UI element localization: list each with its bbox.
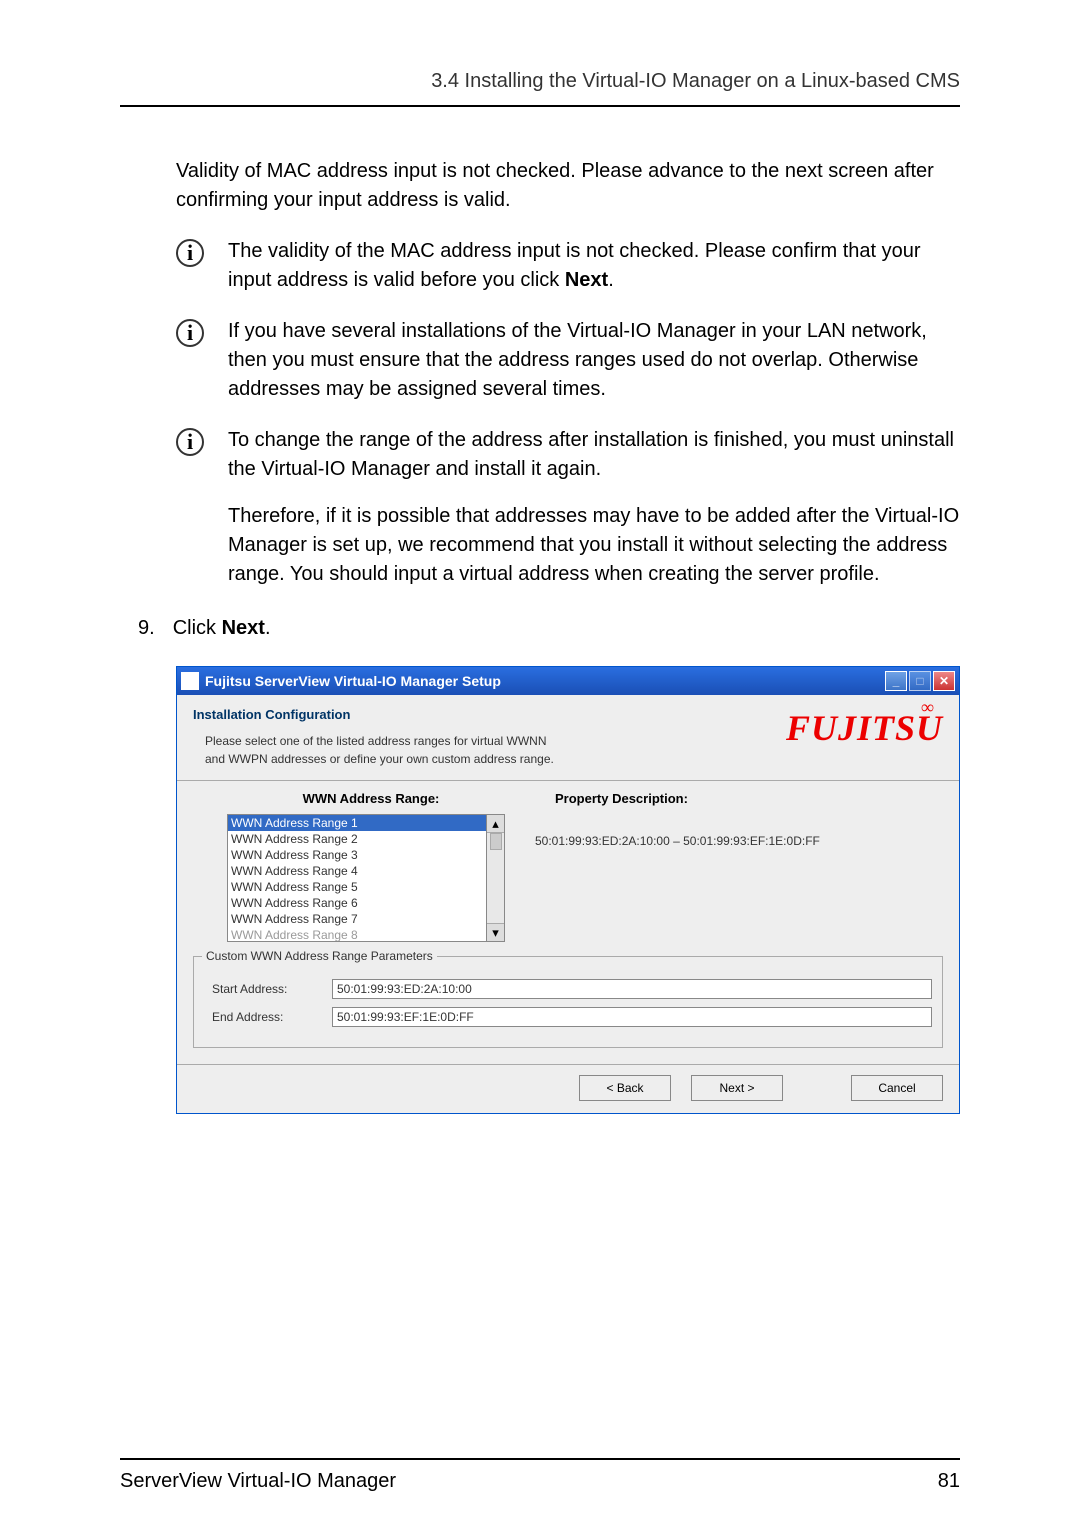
page-footer: ServerView Virtual-IO Manager 81 bbox=[120, 1458, 960, 1493]
step-text: Click Next. bbox=[173, 617, 271, 640]
scroll-up-icon[interactable]: ▴ bbox=[487, 815, 504, 833]
property-description-value: 50:01:99:93:ED:2A:10:00 – 50:01:99:93:EF… bbox=[535, 814, 943, 848]
maximize-button: □ bbox=[909, 671, 931, 691]
config-desc-line2: and WWPN addresses or define your own cu… bbox=[205, 750, 786, 768]
fieldset-legend: Custom WWN Address Range Parameters bbox=[202, 949, 437, 963]
info-icon: i bbox=[176, 428, 204, 456]
note-text-3: To change the range of the address after… bbox=[228, 426, 960, 589]
list-item[interactable]: WWN Address Range 3 bbox=[228, 847, 486, 863]
list-item[interactable]: WWN Address Range 6 bbox=[228, 895, 486, 911]
title-bar[interactable]: Fujitsu ServerView Virtual-IO Manager Se… bbox=[177, 667, 959, 695]
minimize-button[interactable]: _ bbox=[885, 671, 907, 691]
end-address-input[interactable] bbox=[332, 1007, 932, 1027]
note3a: To change the range of the address after… bbox=[228, 426, 960, 484]
note-text-2: If you have several installations of the… bbox=[228, 317, 960, 404]
note-block-2: i If you have several installations of t… bbox=[176, 317, 960, 404]
note3b: Therefore, if it is possible that addres… bbox=[228, 502, 960, 589]
next-button[interactable]: Next > bbox=[691, 1075, 783, 1101]
scroll-down-icon[interactable]: ▾ bbox=[487, 923, 504, 941]
wwn-range-header: WWN Address Range: bbox=[227, 791, 515, 806]
list-item[interactable]: WWN Address Range 8 bbox=[228, 927, 486, 942]
footer-left: ServerView Virtual-IO Manager bbox=[120, 1470, 396, 1493]
info-icon: i bbox=[176, 239, 204, 267]
start-address-input[interactable] bbox=[332, 979, 932, 999]
note-block-1: i The validity of the MAC address input … bbox=[176, 237, 960, 295]
logo-text: FUJITSU bbox=[786, 708, 943, 748]
fujitsu-logo: ∞ FUJITSU bbox=[786, 707, 943, 749]
config-desc-line1: Please select one of the listed address … bbox=[205, 732, 786, 750]
scroll-thumb[interactable] bbox=[490, 833, 502, 850]
step9-tail: . bbox=[265, 617, 271, 639]
info-icon: i bbox=[176, 319, 204, 347]
end-address-label: End Address: bbox=[212, 1010, 332, 1024]
java-icon bbox=[181, 672, 199, 690]
close-button[interactable]: ✕ bbox=[933, 671, 955, 691]
back-button[interactable]: < Back bbox=[579, 1075, 671, 1101]
config-desc: Please select one of the listed address … bbox=[193, 732, 786, 768]
list-item[interactable]: WWN Address Range 2 bbox=[228, 831, 486, 847]
start-address-label: Start Address: bbox=[212, 982, 332, 996]
setup-dialog: Fujitsu ServerView Virtual-IO Manager Se… bbox=[176, 666, 960, 1114]
step-number: 9. bbox=[138, 617, 155, 640]
intro-paragraph: Validity of MAC address input is not che… bbox=[176, 157, 960, 215]
note1-tail: . bbox=[608, 269, 614, 291]
list-item[interactable]: WWN Address Range 4 bbox=[228, 863, 486, 879]
dialog-body: Installation Configuration Please select… bbox=[177, 695, 959, 1113]
list-item[interactable]: WWN Address Range 5 bbox=[228, 879, 486, 895]
step9-pre: Click bbox=[173, 617, 222, 639]
step9-bold: Next bbox=[222, 617, 265, 639]
list-item[interactable]: WWN Address Range 7 bbox=[228, 911, 486, 927]
note1-bold: Next bbox=[565, 269, 608, 291]
scrollbar[interactable]: ▴ ▾ bbox=[487, 814, 505, 942]
property-description-header: Property Description: bbox=[535, 791, 943, 806]
section-header: 3.4 Installing the Virtual-IO Manager on… bbox=[120, 70, 960, 107]
custom-range-fieldset: Custom WWN Address Range Parameters Star… bbox=[193, 956, 943, 1048]
cancel-button[interactable]: Cancel bbox=[851, 1075, 943, 1101]
list-item[interactable]: WWN Address Range 1 bbox=[228, 815, 486, 831]
wwn-range-listbox[interactable]: WWN Address Range 1 WWN Address Range 2 … bbox=[227, 814, 487, 942]
config-title: Installation Configuration bbox=[193, 707, 786, 722]
footer-page: 81 bbox=[938, 1470, 960, 1493]
note-text-1: The validity of the MAC address input is… bbox=[228, 237, 960, 295]
step-9: 9. Click Next. bbox=[138, 617, 960, 640]
infinity-icon: ∞ bbox=[921, 697, 935, 718]
dialog-title: Fujitsu ServerView Virtual-IO Manager Se… bbox=[205, 673, 501, 689]
note-block-3: i To change the range of the address aft… bbox=[176, 426, 960, 589]
